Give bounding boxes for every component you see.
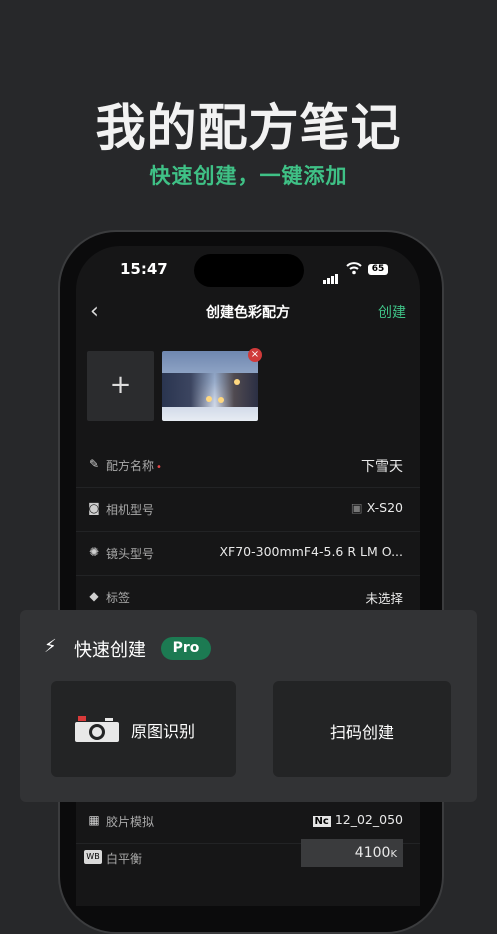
film-icon: ▦ [88, 813, 100, 827]
subheadline: 快速创建，一键添加 [149, 164, 348, 188]
status-time: 15:47 [120, 260, 168, 278]
page-title: 创建色彩配方 [206, 305, 290, 321]
remove-photo-button[interactable]: × [248, 348, 262, 362]
field-lens-model[interactable]: ✺ 镜头型号 XF70-300mmF4-5.6 R LM O... [76, 532, 420, 576]
film-badge: Nc [312, 816, 331, 827]
field-label: 标签 [106, 591, 131, 605]
photo-light [206, 396, 212, 402]
camera-model-icon: ▣ [350, 500, 363, 515]
tag-icon: ◆ [89, 589, 99, 603]
battery-icon: 65 [368, 264, 388, 275]
photo-scene [162, 373, 258, 407]
pencil-icon: ✎ [88, 457, 100, 471]
photo-light [218, 397, 224, 403]
field-value: 12_02_050 [334, 812, 403, 827]
quick-create-sheet: ⚡ 快速创建 Pro 原图识别 扫码创建 [20, 610, 477, 802]
field-white-balance[interactable]: WB 白平衡 4100K [76, 837, 420, 880]
lower-fields: ▦ 胶片模拟 Nc 12_02_050 WB 白平衡 4100K [76, 800, 420, 883]
field-label: 配方名称 [106, 459, 155, 473]
lightning-icon: ⚡ [44, 636, 57, 657]
camera-icon: ◙ [88, 501, 100, 515]
photo-thumbnail[interactable] [162, 351, 258, 421]
photo-recognize-button[interactable]: 原图识别 [51, 681, 236, 777]
field-unit: K [390, 849, 397, 860]
field-label: 相机型号 [106, 503, 155, 517]
aperture-icon: ✺ [88, 545, 100, 559]
field-value: 未选择 [365, 591, 403, 606]
sheet-title: 快速创建 [74, 640, 146, 661]
field-value: 下雪天 [361, 459, 403, 475]
headline: 我的配方笔记 [95, 99, 402, 157]
status-bar: 15:47 65 [76, 246, 420, 294]
scan-create-label: 扫码创建 [330, 723, 395, 742]
create-button[interactable]: 创建 [378, 302, 406, 322]
nav-bar: ‹ 创建色彩配方 创建 [76, 296, 420, 326]
field-recipe-name[interactable]: ✎ 配方名称 • 下雪天 [76, 444, 420, 488]
dynamic-island [194, 254, 304, 287]
photo-recognize-label: 原图识别 [131, 722, 196, 741]
photo-light [234, 379, 240, 385]
pro-badge: Pro [161, 637, 211, 660]
signal-icon [323, 265, 339, 284]
field-label: 胶片模拟 [106, 815, 155, 829]
field-value: 4100 [354, 845, 391, 861]
wifi-icon [346, 262, 362, 275]
field-label: 镜头型号 [106, 547, 155, 561]
camera-icon [75, 716, 119, 742]
field-value: XF70-300mmF4-5.6 R LM O... [219, 544, 403, 559]
scan-create-button[interactable]: 扫码创建 [273, 681, 451, 777]
field-camera-model[interactable]: ◙ 相机型号 ▣ X-S20 [76, 488, 420, 532]
field-value: X-S20 [366, 500, 403, 515]
add-photo-button[interactable]: + [87, 351, 154, 421]
required-marker: • [156, 462, 162, 473]
white-balance-icon: WB [84, 850, 102, 864]
field-label: 白平衡 [106, 852, 143, 866]
